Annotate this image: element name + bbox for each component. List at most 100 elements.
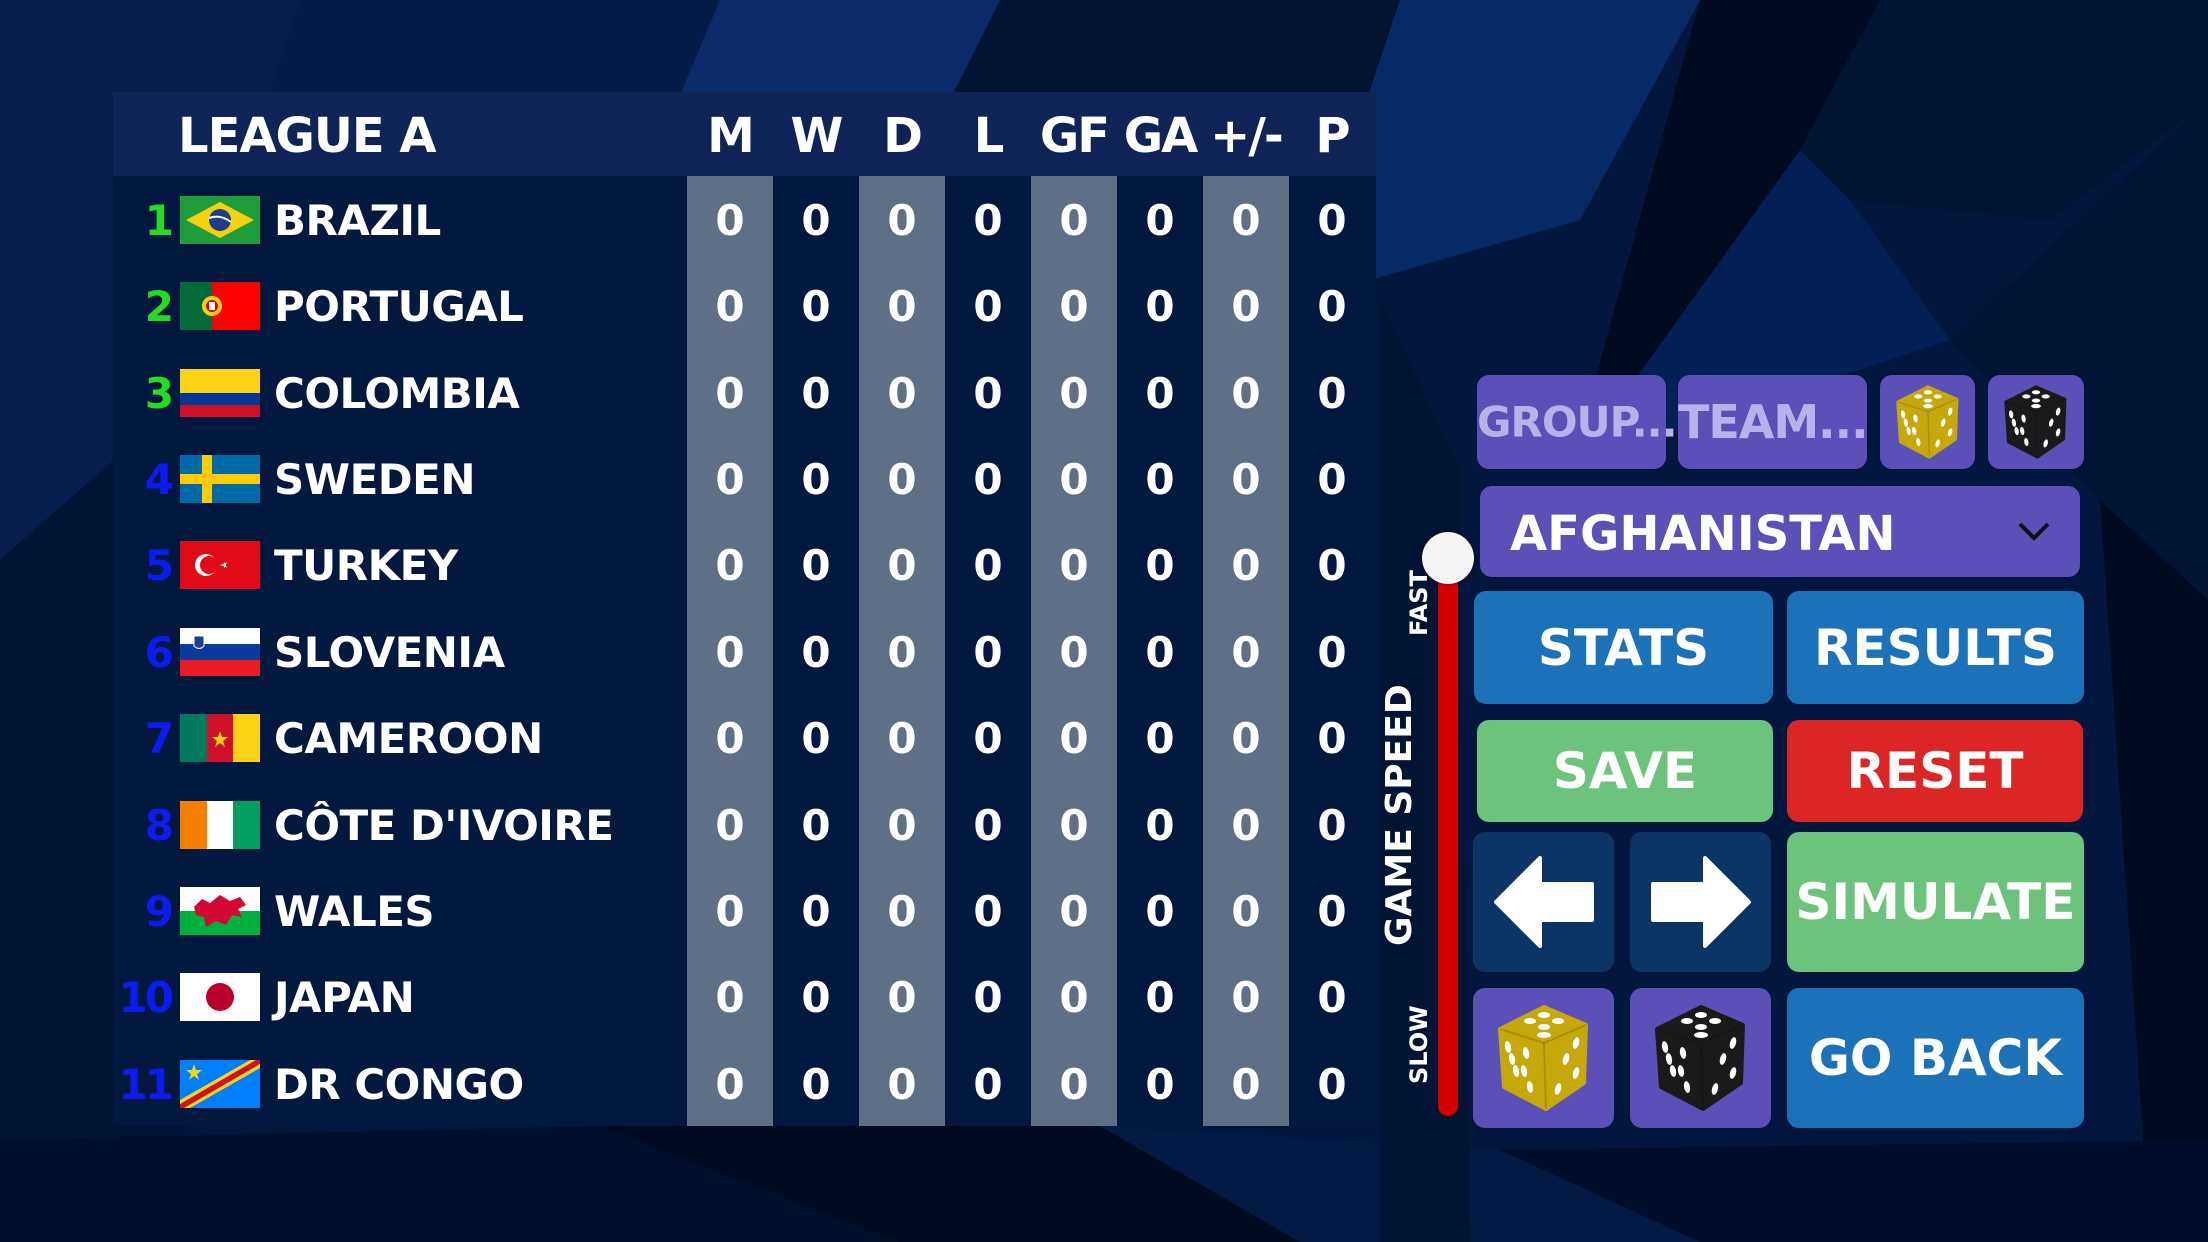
cell-matches: 0 bbox=[715, 282, 745, 332]
cell-matches: 0 bbox=[715, 627, 745, 677]
cell-goal-difference: 0 bbox=[1231, 196, 1261, 245]
rank: 6 bbox=[144, 627, 174, 677]
flag-brazil-icon bbox=[180, 196, 260, 244]
cell-points: 0 bbox=[1317, 800, 1347, 850]
cell-draws: 0 bbox=[887, 368, 917, 418]
cell-goal-difference: 0 bbox=[1231, 627, 1261, 677]
column-header-losses: L bbox=[973, 108, 1005, 164]
rank: 1 bbox=[144, 196, 174, 245]
simulate-button[interactable]: SIMULATE bbox=[1787, 832, 2084, 972]
cell-losses: 0 bbox=[973, 196, 1003, 245]
column-header-goals-against: GA bbox=[1123, 108, 1199, 164]
cell-goals-against: 0 bbox=[1145, 196, 1175, 245]
arrow-right-icon bbox=[1650, 856, 1751, 948]
results-button[interactable]: RESULTS bbox=[1787, 591, 2084, 704]
table-body: 1 BRAZIL 0 0 0 0 0 0 0 0 2 PORTUGAL 0 0 0 0 0 0 0 0 3 COLOMBI… bbox=[113, 176, 1376, 1126]
team-name[interactable]: CÔTE D'IVOIRE bbox=[274, 781, 614, 867]
column-header-wins: W bbox=[790, 108, 844, 164]
cell-points: 0 bbox=[1317, 1059, 1347, 1109]
cell-goals-for: 0 bbox=[1059, 368, 1089, 418]
cell-losses: 0 bbox=[973, 886, 1003, 936]
rank: 9 bbox=[144, 886, 174, 936]
cell-losses: 0 bbox=[973, 714, 1003, 764]
cell-goals-against: 0 bbox=[1145, 282, 1175, 332]
game-speed-slider-thumb[interactable] bbox=[1422, 532, 1474, 584]
slow-label: SLOW bbox=[1405, 1005, 1433, 1084]
cell-goals-against: 0 bbox=[1145, 1059, 1175, 1109]
cell-draws: 0 bbox=[887, 973, 917, 1023]
cell-wins: 0 bbox=[801, 368, 831, 418]
team-name[interactable]: BRAZIL bbox=[274, 176, 441, 262]
cell-draws: 0 bbox=[887, 627, 917, 677]
previous-button[interactable] bbox=[1473, 832, 1614, 972]
randomize-black-dice-button[interactable] bbox=[1988, 375, 2084, 469]
cell-losses: 0 bbox=[973, 1059, 1003, 1109]
cell-wins: 0 bbox=[801, 973, 831, 1023]
fast-label: FAST bbox=[1405, 570, 1433, 636]
flag-slovenia-icon bbox=[180, 627, 260, 676]
stats-button-label: STATS bbox=[1537, 618, 1710, 677]
game-speed-slider[interactable] bbox=[1438, 558, 1458, 1116]
cell-matches: 0 bbox=[715, 541, 745, 591]
league-table: LEAGUE A M W D L GF GA +/- P 1 BRAZIL 0 0 0 0… bbox=[113, 92, 1376, 1126]
cell-goals-against: 0 bbox=[1145, 886, 1175, 936]
cell-goals-against: 0 bbox=[1145, 541, 1175, 591]
cell-points: 0 bbox=[1317, 455, 1347, 505]
table-row: 11 DR CONGO 0 0 0 0 0 0 0 0 bbox=[113, 1040, 1376, 1126]
team-name[interactable]: DR CONGO bbox=[274, 1040, 524, 1126]
cell-matches: 0 bbox=[715, 886, 745, 936]
reset-button[interactable]: RESET bbox=[1787, 720, 2083, 822]
cell-matches: 0 bbox=[715, 368, 745, 418]
team-name[interactable]: SWEDEN bbox=[274, 435, 475, 521]
cell-draws: 0 bbox=[887, 282, 917, 332]
cell-draws: 0 bbox=[887, 455, 917, 505]
cell-goal-difference: 0 bbox=[1231, 455, 1261, 505]
flag-wales-icon bbox=[180, 886, 260, 935]
cell-goals-for: 0 bbox=[1059, 196, 1089, 245]
team-name[interactable]: SLOVENIA bbox=[274, 608, 505, 694]
group-button[interactable]: GROUP... bbox=[1477, 375, 1678, 469]
group-button-label: GROUP... bbox=[1477, 397, 1678, 447]
go-back-button[interactable]: GO BACK bbox=[1787, 988, 2084, 1128]
save-button[interactable]: SAVE bbox=[1477, 720, 1773, 822]
cell-wins: 0 bbox=[801, 282, 831, 332]
dice-black-icon bbox=[2004, 385, 2067, 459]
team-name[interactable]: WALES bbox=[274, 867, 435, 953]
cell-goal-difference: 0 bbox=[1231, 368, 1261, 418]
team-name[interactable]: PORTUGAL bbox=[274, 262, 524, 348]
team-button[interactable]: TEAM... bbox=[1678, 375, 1869, 469]
cell-goals-against: 0 bbox=[1145, 973, 1175, 1023]
cell-matches: 0 bbox=[715, 800, 745, 850]
team-name[interactable]: CAMEROON bbox=[274, 694, 543, 780]
cell-wins: 0 bbox=[801, 455, 831, 505]
cell-losses: 0 bbox=[973, 368, 1003, 418]
cell-goals-for: 0 bbox=[1059, 627, 1089, 677]
rank: 8 bbox=[144, 800, 174, 850]
cell-goals-for: 0 bbox=[1059, 714, 1089, 764]
cell-points: 0 bbox=[1317, 627, 1347, 677]
randomize-gold-dice-button[interactable] bbox=[1880, 375, 1975, 469]
column-header-goals-for: GF bbox=[1039, 108, 1110, 164]
stats-button[interactable]: STATS bbox=[1474, 591, 1773, 704]
cell-goals-for: 0 bbox=[1059, 455, 1089, 505]
cell-wins: 0 bbox=[801, 627, 831, 677]
cell-points: 0 bbox=[1317, 541, 1347, 591]
column-header-matches: M bbox=[707, 108, 755, 164]
team-select-value: AFGHANISTAN bbox=[1510, 506, 1896, 562]
team-name[interactable]: TURKEY bbox=[274, 521, 458, 607]
cell-wins: 0 bbox=[801, 800, 831, 850]
save-button-label: SAVE bbox=[1552, 742, 1698, 800]
rank: 7 bbox=[144, 714, 174, 764]
rank: 11 bbox=[118, 1059, 174, 1109]
cell-draws: 0 bbox=[887, 886, 917, 936]
column-header-points: P bbox=[1315, 108, 1350, 164]
team-select-dropdown[interactable]: AFGHANISTAN bbox=[1480, 486, 2080, 577]
table-row: 1 BRAZIL 0 0 0 0 0 0 0 0 bbox=[113, 176, 1376, 262]
team-name[interactable]: JAPAN bbox=[274, 953, 415, 1039]
game-speed-label: GAME SPEED bbox=[1379, 684, 1420, 946]
randomize-black-dice-button-bottom[interactable] bbox=[1630, 988, 1771, 1128]
cell-matches: 0 bbox=[715, 455, 745, 505]
team-name[interactable]: COLOMBIA bbox=[274, 349, 520, 435]
randomize-gold-dice-button-bottom[interactable] bbox=[1473, 988, 1614, 1128]
next-button[interactable] bbox=[1630, 832, 1771, 972]
